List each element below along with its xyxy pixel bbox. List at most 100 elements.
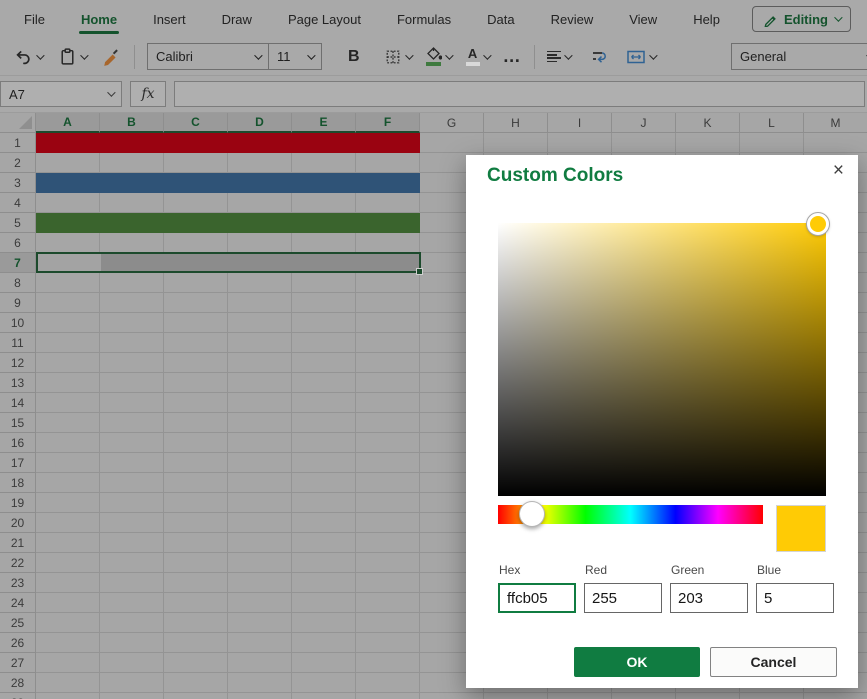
row-header-22[interactable]: 22 [0,553,36,573]
chevron-down-icon [834,13,842,21]
chevron-down-icon[interactable] [649,51,657,59]
alignment-button[interactable] [547,49,570,64]
row-header-20[interactable]: 20 [0,513,36,533]
selection-range-A7:F7[interactable] [36,252,421,273]
row-header-17[interactable]: 17 [0,453,36,473]
chevron-down-icon[interactable] [564,51,572,59]
row-header-25[interactable]: 25 [0,613,36,633]
format-painter-button[interactable] [102,47,122,67]
column-header-h[interactable]: H [484,113,548,133]
ok-button[interactable]: OK [574,647,700,677]
row-header-10[interactable]: 10 [0,313,36,333]
row-header-16[interactable]: 16 [0,433,36,453]
row-header-26[interactable]: 26 [0,633,36,653]
borders-icon [384,48,402,66]
menu-tab-page-layout[interactable]: Page Layout [270,0,379,38]
row-header-13[interactable]: 13 [0,373,36,393]
red-row[interactable] [36,133,420,153]
borders-button[interactable] [384,48,411,66]
fill-color-button[interactable] [426,47,451,66]
column-header-e[interactable]: E [292,113,356,133]
cancel-button[interactable]: Cancel [710,647,837,677]
row-header-28[interactable]: 28 [0,673,36,693]
fx-button[interactable]: fx [130,81,166,107]
row-header-12[interactable]: 12 [0,353,36,373]
row-header-9[interactable]: 9 [0,293,36,313]
menu-tab-formulas[interactable]: Formulas [379,0,469,38]
red-input[interactable] [584,583,662,613]
saturation-value-picker[interactable] [498,223,826,496]
row-header-19[interactable]: 19 [0,493,36,513]
chevron-down-icon[interactable] [405,51,413,59]
hue-slider[interactable] [498,505,763,524]
row-header-3[interactable]: 3 [0,173,36,193]
sv-picker-handle[interactable] [807,213,829,235]
row-header-23[interactable]: 23 [0,573,36,593]
column-header-k[interactable]: K [676,113,740,133]
font-name-select[interactable]: Calibri [147,43,269,70]
active-cell-A7[interactable] [38,254,101,271]
menu-tab-draw[interactable]: Draw [204,0,270,38]
row-header-8[interactable]: 8 [0,273,36,293]
column-header-i[interactable]: I [548,113,612,133]
menu-tab-review[interactable]: Review [533,0,612,38]
row-header-24[interactable]: 24 [0,593,36,613]
row-header-7[interactable]: 7 [0,253,36,273]
menu-tab-file[interactable]: File [6,0,63,38]
select-all-button[interactable] [0,113,36,133]
fill-handle[interactable] [416,268,423,275]
bold-button[interactable]: B [348,48,360,66]
name-box[interactable]: A7 [0,81,122,107]
row-header-4[interactable]: 4 [0,193,36,213]
wrap-text-button[interactable] [590,48,610,66]
chevron-down-icon[interactable] [36,51,44,59]
row-header-21[interactable]: 21 [0,533,36,553]
font-color-button[interactable]: A [466,47,489,66]
font-size-select[interactable]: 11 [268,43,322,70]
blue-row[interactable] [36,173,420,193]
blue-input[interactable] [756,583,834,613]
editing-mode-button[interactable]: Editing [752,6,851,32]
column-header-l[interactable]: L [740,113,804,133]
row-header-2[interactable]: 2 [0,153,36,173]
row-header-27[interactable]: 27 [0,653,36,673]
row-header-18[interactable]: 18 [0,473,36,493]
column-header-m[interactable]: M [804,113,867,133]
undo-button[interactable] [14,47,42,66]
green-row[interactable] [36,213,420,233]
red-field: Red [584,563,662,613]
row-header-11[interactable]: 11 [0,333,36,353]
column-header-c[interactable]: C [164,113,228,133]
chevron-down-icon [107,88,115,96]
formula-input[interactable] [174,81,865,107]
hex-input[interactable] [498,583,576,613]
menu-tab-home[interactable]: Home [63,0,135,38]
chevron-down-icon[interactable] [80,51,88,59]
number-format-select[interactable]: General [731,43,867,70]
row-header-15[interactable]: 15 [0,413,36,433]
column-header-g[interactable]: G [420,113,484,133]
merge-cells-button[interactable] [626,49,655,65]
row-header-14[interactable]: 14 [0,393,36,413]
chevron-down-icon[interactable] [445,51,453,59]
row-header-6[interactable]: 6 [0,233,36,253]
row-header-1[interactable]: 1 [0,133,36,153]
chevron-down-icon[interactable] [483,51,491,59]
more-options-button[interactable]: … [503,46,522,67]
column-header-d[interactable]: D [228,113,292,133]
row-header-29[interactable]: 29 [0,693,36,699]
blue-label: Blue [756,563,834,577]
menu-tab-view[interactable]: View [611,0,675,38]
column-header-f[interactable]: F [356,113,420,133]
column-header-a[interactable]: A [36,113,100,133]
menu-tab-help[interactable]: Help [675,0,738,38]
menu-tab-insert[interactable]: Insert [135,0,204,38]
green-input[interactable] [670,583,748,613]
paste-button[interactable] [58,47,86,66]
column-header-b[interactable]: B [100,113,164,133]
column-header-j[interactable]: J [612,113,676,133]
row-header-5[interactable]: 5 [0,213,36,233]
menu-tab-data[interactable]: Data [469,0,532,38]
close-icon[interactable]: × [833,161,844,180]
hue-slider-handle[interactable] [519,501,545,527]
